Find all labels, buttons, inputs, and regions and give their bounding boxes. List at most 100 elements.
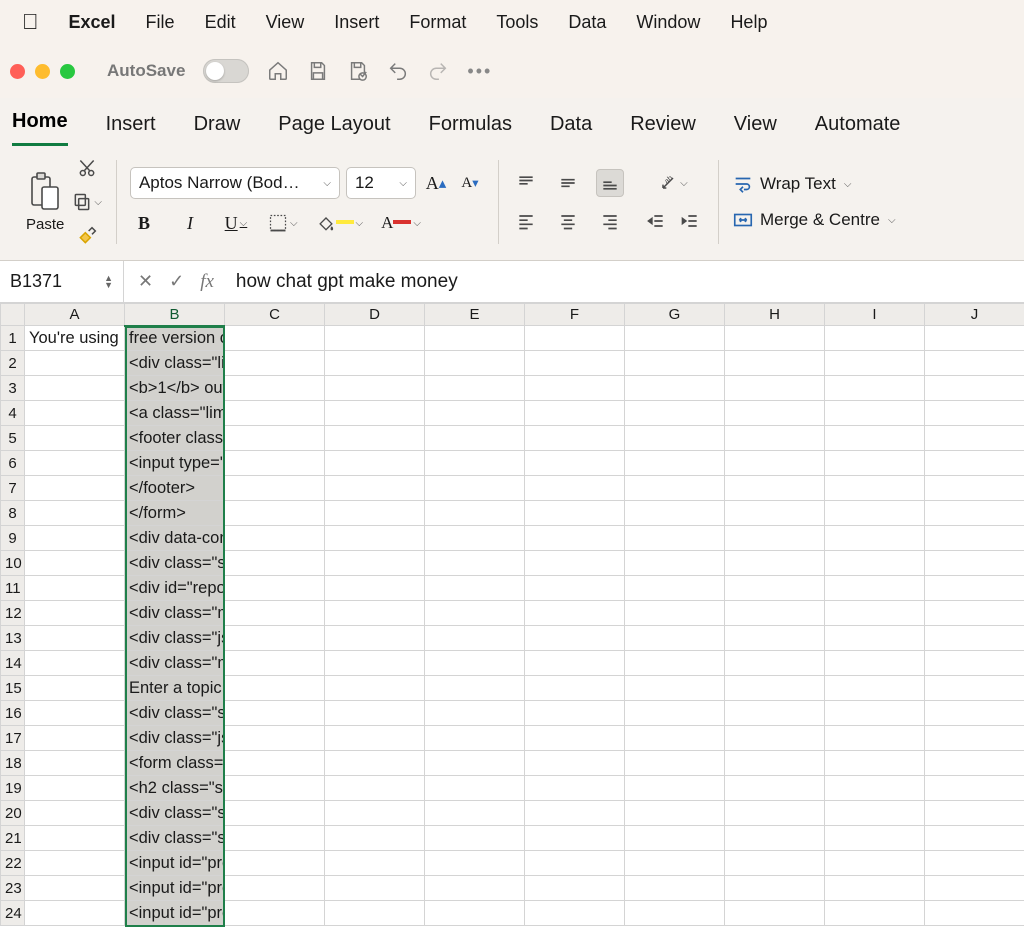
cell[interactable]: [25, 401, 125, 426]
font-size-select[interactable]: 12⌵: [346, 167, 416, 199]
cell[interactable]: [425, 451, 525, 476]
autosave-toggle[interactable]: [203, 59, 249, 83]
col-header-d[interactable]: D: [325, 304, 425, 326]
cell[interactable]: [925, 351, 1024, 376]
cell[interactable]: <div class="mobile_search__form_containe…: [125, 651, 225, 676]
cell[interactable]: [525, 851, 625, 876]
cell[interactable]: [625, 626, 725, 651]
cell[interactable]: [825, 376, 925, 401]
cell[interactable]: [825, 876, 925, 901]
cell[interactable]: [825, 501, 925, 526]
menu-file[interactable]: File: [146, 12, 175, 33]
cell[interactable]: [325, 851, 425, 876]
cell[interactable]: <div class="mobile_search_form">: [125, 601, 225, 626]
cell[interactable]: <h2 class="search__caption_sticky">Disco…: [125, 776, 225, 801]
cell[interactable]: <a class="limitbar__btn mobile_limitbar_…: [125, 401, 225, 426]
cell[interactable]: [625, 801, 725, 826]
cell[interactable]: [925, 476, 1024, 501]
cell[interactable]: [825, 776, 925, 801]
tab-insert[interactable]: Insert: [106, 103, 156, 146]
decrease-indent-icon[interactable]: [642, 207, 670, 235]
cell[interactable]: [525, 376, 625, 401]
cancel-formula-icon[interactable]: ✕: [138, 271, 153, 292]
cell[interactable]: free version of AnswerThePublic: [125, 326, 225, 351]
cell[interactable]: [825, 451, 925, 476]
cell[interactable]: [25, 526, 125, 551]
cell[interactable]: [425, 726, 525, 751]
cell[interactable]: [725, 351, 825, 376]
cell[interactable]: [25, 351, 125, 376]
cell[interactable]: [25, 451, 125, 476]
cell[interactable]: [925, 526, 1024, 551]
cell[interactable]: [225, 426, 325, 451]
cell[interactable]: [25, 426, 125, 451]
menu-data[interactable]: Data: [568, 12, 606, 33]
cell[interactable]: [225, 476, 325, 501]
cell[interactable]: [25, 376, 125, 401]
align-center-icon[interactable]: [554, 207, 582, 235]
cell[interactable]: [725, 551, 825, 576]
cell[interactable]: [325, 876, 425, 901]
cell[interactable]: [725, 676, 825, 701]
cell[interactable]: <div class="limit_reached_message">: [125, 351, 225, 376]
cell[interactable]: [925, 501, 1024, 526]
col-header-a[interactable]: A: [25, 304, 125, 326]
row-header[interactable]: 10: [1, 551, 25, 576]
underline-button[interactable]: U⌵: [222, 209, 250, 237]
menu-help[interactable]: Help: [730, 12, 767, 33]
cell[interactable]: [425, 501, 525, 526]
cell[interactable]: [325, 901, 425, 926]
formula-input[interactable]: how chat gpt make money: [228, 261, 1024, 302]
cell[interactable]: [425, 601, 525, 626]
paste-label[interactable]: Paste: [26, 216, 64, 233]
cell[interactable]: [225, 726, 325, 751]
cell[interactable]: [225, 826, 325, 851]
cell[interactable]: [525, 551, 625, 576]
window-zoom-button[interactable]: [60, 64, 75, 79]
cell[interactable]: [225, 676, 325, 701]
row-header[interactable]: 21: [1, 826, 25, 851]
cell[interactable]: [325, 826, 425, 851]
cell[interactable]: [425, 626, 525, 651]
cell[interactable]: [325, 501, 425, 526]
tab-automate[interactable]: Automate: [815, 103, 901, 146]
cell[interactable]: [825, 851, 925, 876]
apple-menu-icon[interactable]: : [22, 9, 39, 35]
tab-review[interactable]: Review: [630, 103, 696, 146]
bold-button[interactable]: B: [130, 209, 158, 237]
italic-button[interactable]: I: [176, 209, 204, 237]
cell[interactable]: [525, 451, 625, 476]
worksheet[interactable]: A B C D E F G H I J 1You're using afree …: [0, 303, 1024, 926]
cell[interactable]: [325, 601, 425, 626]
row-header[interactable]: 11: [1, 576, 25, 601]
cell[interactable]: [825, 576, 925, 601]
cell[interactable]: [625, 551, 725, 576]
cell[interactable]: [725, 651, 825, 676]
cell[interactable]: [325, 576, 425, 601]
col-header-j[interactable]: J: [925, 304, 1024, 326]
cell[interactable]: [25, 876, 125, 901]
cell[interactable]: [925, 726, 1024, 751]
select-all-corner[interactable]: [1, 304, 25, 326]
save-copy-icon[interactable]: [347, 60, 369, 82]
cell[interactable]: [625, 451, 725, 476]
cell[interactable]: [925, 826, 1024, 851]
cell[interactable]: [225, 351, 325, 376]
redo-icon[interactable]: [427, 60, 449, 82]
cell[interactable]: [625, 576, 725, 601]
cell[interactable]: <input id="provider_youtube" hidden="hid…: [125, 901, 225, 926]
cell[interactable]: [925, 426, 1024, 451]
cell[interactable]: [625, 676, 725, 701]
cell[interactable]: [825, 601, 925, 626]
cell[interactable]: [525, 626, 625, 651]
cell[interactable]: [25, 751, 125, 776]
cell[interactable]: [425, 676, 525, 701]
cell[interactable]: [525, 526, 625, 551]
cell[interactable]: [25, 726, 125, 751]
cell[interactable]: [325, 351, 425, 376]
cell[interactable]: [425, 701, 525, 726]
cell[interactable]: [925, 576, 1024, 601]
cell[interactable]: [25, 851, 125, 876]
cell[interactable]: [525, 676, 625, 701]
cell[interactable]: [425, 826, 525, 851]
